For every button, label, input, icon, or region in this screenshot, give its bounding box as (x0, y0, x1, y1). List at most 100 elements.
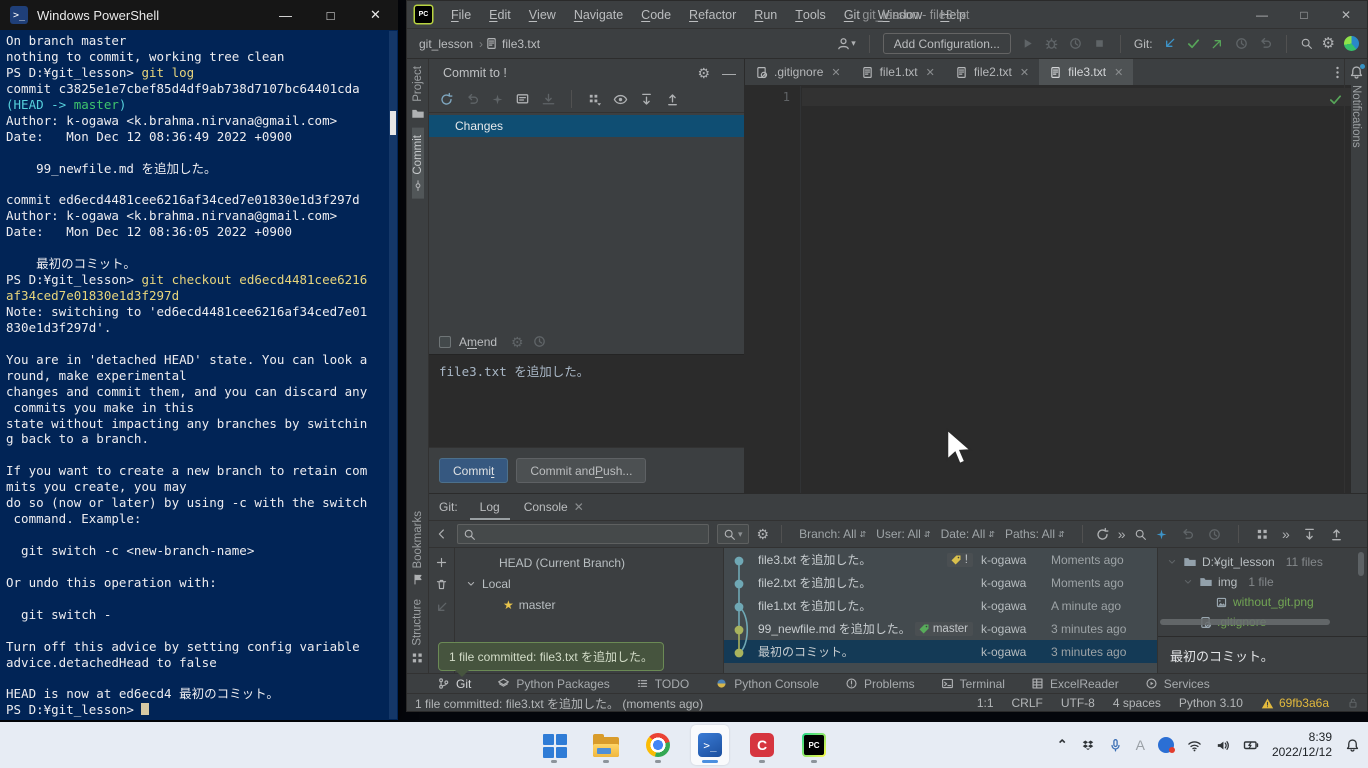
commit-options-gear-icon[interactable]: ⚙ (511, 335, 524, 349)
commit-ref-chip[interactable]: ! (947, 553, 973, 567)
pin-icon[interactable] (1155, 528, 1168, 541)
log-search-input[interactable] (457, 524, 709, 544)
editor-tab-.gitignore[interactable]: .gitignore✕ (745, 59, 851, 85)
notification-bell-icon[interactable] (1345, 738, 1360, 753)
battery-icon[interactable] (1243, 737, 1259, 753)
chevron-left-icon[interactable] (435, 527, 449, 541)
kebab-menu-icon[interactable] (1330, 65, 1345, 80)
hide-toolwindow-icon[interactable]: — (722, 65, 736, 81)
tab-log[interactable]: Log (470, 494, 510, 520)
ime-indicator[interactable]: A (1136, 737, 1145, 753)
file-encoding[interactable]: UTF-8 (1061, 696, 1095, 710)
chevron-down-icon[interactable] (1166, 556, 1178, 568)
shelve-silently-icon[interactable] (491, 93, 504, 106)
taskbar-camtasia-icon[interactable]: C (743, 725, 781, 765)
expand-all-icon[interactable] (1302, 527, 1317, 542)
menu-navigate[interactable]: Navigate (565, 1, 632, 29)
lock-icon[interactable] (1347, 697, 1359, 709)
file-tree-row[interactable]: without_git.png (1158, 592, 1367, 612)
menu-refactor[interactable]: Refactor (680, 1, 745, 29)
toolwindow-terminal-button[interactable]: Terminal (941, 677, 1005, 691)
caret-position[interactable]: 1:1 (977, 696, 994, 710)
filter-date[interactable]: Date: All⇵ (936, 527, 1000, 541)
toolwindow-bookmarks-button[interactable]: Bookmarks (412, 504, 424, 593)
rollback-icon[interactable] (1258, 36, 1273, 51)
toolwindow-git-button[interactable]: Git (437, 677, 471, 691)
minimize-button[interactable]: — (1241, 1, 1283, 28)
search-options-box[interactable]: ▾ (717, 524, 749, 544)
collapse-all-icon[interactable] (665, 92, 680, 107)
taskbar-explorer-icon[interactable] (587, 725, 625, 765)
commit-row[interactable]: 最初のコミット。k-ogawa3 minutes ago (724, 640, 1157, 663)
wifi-icon[interactable] (1187, 738, 1202, 753)
tab-console[interactable]: Console✕ (514, 494, 594, 520)
microphone-icon[interactable] (1108, 738, 1123, 753)
file-tree-row[interactable]: img1 file (1158, 572, 1367, 592)
close-tab-icon[interactable]: ✕ (1114, 66, 1123, 79)
group-by-icon[interactable] (1255, 527, 1270, 542)
commit-notification-balloon[interactable]: 1 file committed: file3.txt を追加した。 (438, 642, 664, 671)
group-by-icon[interactable] (587, 92, 602, 107)
debug-icon[interactable] (1044, 36, 1059, 51)
checkout-icon[interactable] (434, 600, 449, 615)
refresh-icon[interactable] (1095, 527, 1110, 542)
revision-hash[interactable]: 69fb3a6a (1279, 696, 1329, 710)
commit-button[interactable]: Commit (439, 458, 508, 483)
status-message[interactable]: 1 file committed: file3.txt を追加した。 (mome… (415, 695, 703, 712)
code-with-me-icon[interactable] (1344, 36, 1359, 51)
indent-style[interactable]: 4 spaces (1113, 696, 1161, 710)
toolwindow-commit-button[interactable]: Commit (412, 128, 424, 199)
branch-head-node[interactable]: HEAD (Current Branch) (455, 552, 723, 573)
horizontal-scrollbar[interactable] (1160, 619, 1330, 625)
shelve-icon[interactable] (541, 92, 556, 107)
rollback-icon[interactable] (1180, 527, 1195, 542)
editor-tab-file1.txt[interactable]: file1.txt✕ (851, 59, 945, 85)
chevron-down-icon[interactable] (1182, 576, 1194, 588)
close-tab-icon[interactable]: ✕ (574, 500, 584, 514)
toolwindow-python-packages-button[interactable]: Python Packages (497, 677, 609, 691)
add-configuration-button[interactable]: Add Configuration... (883, 33, 1011, 54)
branch-local-node[interactable]: Local (455, 573, 723, 594)
toolwindow-problems-button[interactable]: Problems (845, 677, 915, 691)
commit-row[interactable]: file2.txt を追加した。k-ogawaMoments ago (724, 571, 1157, 594)
history-icon[interactable] (1207, 527, 1222, 542)
close-button[interactable]: ✕ (353, 0, 398, 30)
menu-view[interactable]: View (520, 1, 565, 29)
volume-icon[interactable] (1215, 738, 1230, 753)
search-everywhere-icon[interactable] (1300, 37, 1313, 50)
delete-icon[interactable] (435, 578, 448, 591)
commit-message-input[interactable]: file3.txt を追加した。 (429, 354, 744, 447)
rollback-icon[interactable] (465, 92, 480, 107)
taskbar-clock[interactable]: 8:392022/12/12 (1272, 730, 1332, 760)
close-tab-icon[interactable]: ✕ (831, 66, 840, 79)
collapse-all-icon[interactable] (1329, 527, 1344, 542)
close-tab-icon[interactable]: ✕ (1020, 66, 1029, 79)
taskbar-powershell-icon[interactable]: >_ (691, 725, 729, 765)
python-interpreter[interactable]: Python 3.10 (1179, 696, 1243, 710)
notifications-bell-icon[interactable] (1349, 65, 1364, 80)
commit-row[interactable]: file1.txt を追加した。k-ogawaA minute ago (724, 594, 1157, 617)
maximize-button[interactable]: □ (1283, 1, 1325, 28)
toolwindow-notifications-button[interactable]: Notifications (1350, 80, 1362, 153)
amend-checkbox[interactable] (439, 336, 451, 348)
preview-diff-icon[interactable] (613, 92, 628, 107)
run-icon[interactable] (1020, 36, 1035, 51)
taskbar-pycharm-icon[interactable]: PC (795, 725, 833, 765)
more-chevron-icon[interactable]: » (1282, 527, 1290, 541)
toolwindow-excelreader-button[interactable]: ExcelReader (1031, 677, 1119, 691)
file-tree-row[interactable]: D:¥git_lesson11 files (1158, 552, 1367, 572)
editor-tab-file2.txt[interactable]: file2.txt✕ (945, 59, 1039, 85)
git-update-icon[interactable] (1162, 36, 1177, 51)
toolwindow-structure-button[interactable]: Structure (410, 592, 425, 673)
menu-file[interactable]: File (442, 1, 480, 29)
git-push-icon[interactable] (1210, 36, 1225, 51)
close-button[interactable]: ✕ (1325, 1, 1367, 28)
filter-paths[interactable]: Paths: All⇵ (1000, 527, 1070, 541)
commit-row[interactable]: 99_newfile.md を追加した。masterk-ogawa3 minut… (724, 617, 1157, 640)
filter-branch[interactable]: Branch: All⇵ (794, 527, 871, 541)
history-icon[interactable] (1234, 36, 1249, 51)
menu-code[interactable]: Code (632, 1, 680, 29)
breadcrumb-project[interactable]: git_lesson (415, 37, 477, 51)
commit-history-icon[interactable] (532, 334, 547, 349)
commit-row[interactable]: file3.txt を追加した。!k-ogawaMoments ago (724, 548, 1157, 571)
